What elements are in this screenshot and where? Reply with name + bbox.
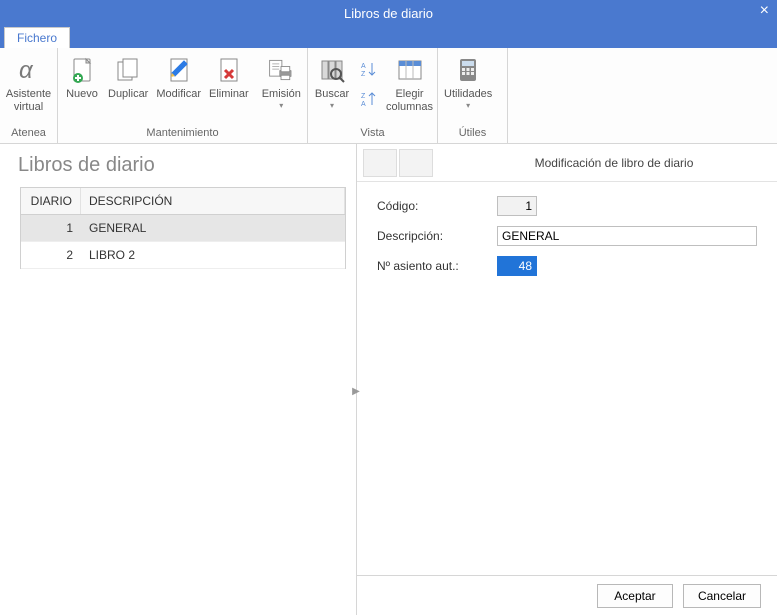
ribbon: α Asistente virtual Atenea Nuevo Duplica…: [0, 48, 777, 144]
buscar-button[interactable]: Buscar: [310, 52, 354, 112]
table-row[interactable]: 1GENERAL: [21, 215, 345, 242]
duplicate-icon: [112, 54, 144, 86]
new-document-icon: [66, 54, 98, 86]
detail-form: Código: Descripción: Nº asiento aut.:: [357, 182, 777, 300]
asistente-virtual-button[interactable]: α Asistente virtual: [2, 52, 55, 116]
aceptar-button[interactable]: Aceptar: [597, 584, 673, 608]
detail-header: Modificación de libro de diario: [357, 144, 777, 182]
cancelar-button[interactable]: Cancelar: [683, 584, 761, 608]
nuevo-button[interactable]: Nuevo: [60, 52, 104, 103]
view-list-icon[interactable]: [399, 149, 433, 177]
emision-button[interactable]: Emisión: [258, 52, 305, 112]
group-label-mant: Mantenimiento: [58, 125, 307, 143]
close-icon[interactable]: ×: [760, 2, 769, 20]
codigo-label: Código:: [377, 199, 497, 213]
window-title: Libros de diario: [0, 6, 777, 21]
svg-text:A: A: [361, 63, 366, 70]
view-image-icon[interactable]: [363, 149, 397, 177]
cell-desc: GENERAL: [81, 215, 345, 241]
panel-heading: Libros de diario: [18, 154, 356, 177]
sort-buttons: AZ ZA: [354, 52, 384, 116]
modificar-button[interactable]: Modificar: [152, 52, 205, 103]
elegir-columnas-button[interactable]: Elegir columnas: [384, 52, 435, 116]
ribbon-group-utiles: Utilidades Útiles: [438, 48, 508, 143]
detail-panel: Modificación de libro de diario Código: …: [357, 144, 777, 615]
col-desc[interactable]: DESCRIPCIÓN: [81, 188, 345, 214]
svg-text:Z: Z: [361, 71, 366, 78]
cell-diario: 1: [21, 215, 81, 241]
view-mode-toggle[interactable]: [363, 149, 433, 177]
cell-diario: 2: [21, 242, 81, 268]
asiento-label: Nº asiento aut.:: [377, 259, 497, 273]
calculator-icon: [452, 54, 484, 86]
ribbon-group-vista: Buscar AZ ZA Elegir columnas Vista: [308, 48, 438, 143]
ribbon-group-atenea: α Asistente virtual Atenea: [0, 48, 58, 143]
eliminar-button[interactable]: Eliminar: [205, 52, 253, 103]
alpha-icon: α: [13, 54, 45, 86]
desc-label: Descripción:: [377, 229, 497, 243]
group-label-vista: Vista: [308, 125, 437, 143]
titlebar: Libros de diario ×: [0, 0, 777, 26]
cell-desc: LIBRO 2: [81, 242, 345, 268]
col-diario[interactable]: DIARIO: [21, 188, 81, 214]
search-icon: [316, 54, 348, 86]
print-list-icon: [265, 54, 297, 86]
chevron-down-icon: [279, 101, 283, 110]
chevron-down-icon: [466, 101, 470, 110]
content-area: Libros de diario DIARIO DESCRIPCIÓN 1GEN…: [0, 144, 777, 615]
delete-icon: [213, 54, 245, 86]
group-label-atenea: Atenea: [0, 125, 57, 143]
columns-icon: [394, 54, 426, 86]
grid-header: DIARIO DESCRIPCIÓN: [21, 188, 345, 215]
descripcion-field[interactable]: [497, 226, 757, 246]
tab-fichero[interactable]: Fichero: [4, 27, 70, 48]
asiento-field[interactable]: [497, 256, 537, 276]
edit-icon: [163, 54, 195, 86]
dialog-footer: Aceptar Cancelar: [357, 575, 777, 615]
detail-title: Modificación de libro de diario: [451, 156, 777, 170]
svg-text:A: A: [361, 101, 366, 108]
chevron-down-icon: [330, 101, 334, 110]
utilidades-button[interactable]: Utilidades: [440, 52, 496, 112]
sort-desc-button[interactable]: ZA: [356, 86, 382, 112]
ribbon-tabstrip: Fichero: [0, 26, 777, 48]
duplicar-button[interactable]: Duplicar: [104, 52, 152, 103]
codigo-field: [497, 196, 537, 216]
data-grid[interactable]: DIARIO DESCRIPCIÓN 1GENERAL2LIBRO 2: [20, 187, 346, 269]
sort-asc-icon: AZ: [360, 60, 378, 78]
svg-text:Z: Z: [361, 93, 366, 100]
sort-asc-button[interactable]: AZ: [356, 56, 382, 82]
group-label-utiles: Útiles: [438, 125, 507, 143]
svg-text:α: α: [19, 57, 34, 84]
sort-desc-icon: ZA: [360, 90, 378, 108]
table-row[interactable]: 2LIBRO 2: [21, 242, 345, 269]
ribbon-group-mantenimiento: Nuevo Duplicar Modificar Eliminar: [58, 48, 308, 143]
left-panel: Libros de diario DIARIO DESCRIPCIÓN 1GEN…: [0, 144, 357, 615]
